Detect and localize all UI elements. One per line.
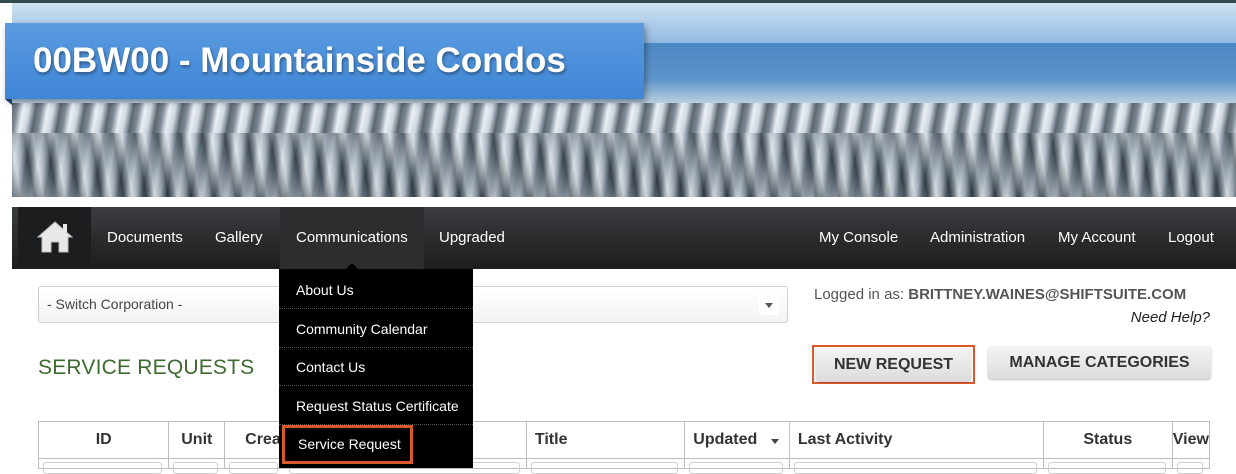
col-header-id[interactable]: ID bbox=[37, 421, 170, 459]
filter-input[interactable] bbox=[689, 462, 783, 474]
nav-communications[interactable]: Communications bbox=[280, 207, 424, 269]
nav-administration[interactable]: Administration bbox=[930, 207, 1025, 269]
filter-input[interactable] bbox=[43, 462, 163, 474]
filter-input[interactable] bbox=[793, 462, 1037, 474]
switch-corporation-value: - Switch Corporation - bbox=[47, 296, 183, 312]
col-header-last-activity[interactable]: Last Activity bbox=[788, 421, 1044, 459]
col-header-updated-label: Updated bbox=[693, 431, 758, 448]
filter-input[interactable] bbox=[530, 462, 679, 474]
filter-input[interactable] bbox=[1047, 462, 1166, 474]
logged-in-email: BRITTNEY.WAINES@SHIFTSUITE.COM bbox=[908, 286, 1187, 303]
nav-upgraded[interactable]: Upgraded bbox=[439, 207, 505, 269]
col-header-view[interactable]: View bbox=[1171, 421, 1211, 459]
banner-water bbox=[572, 43, 1236, 103]
filter-input[interactable] bbox=[1176, 462, 1203, 474]
filter-cell bbox=[684, 458, 790, 474]
filter-cell bbox=[1042, 458, 1173, 474]
nav-logout[interactable]: Logout bbox=[1168, 207, 1214, 269]
sort-down-icon[interactable] bbox=[770, 439, 779, 444]
col-header-unit[interactable]: Unit bbox=[168, 421, 226, 459]
menu-item-contact-us[interactable]: Contact Us bbox=[279, 348, 473, 386]
filter-cell bbox=[1171, 458, 1211, 474]
filter-cell bbox=[224, 458, 286, 474]
nav-gallery[interactable]: Gallery bbox=[215, 207, 263, 269]
logged-in-label: Logged in as: bbox=[814, 286, 905, 303]
filter-input[interactable] bbox=[173, 462, 219, 474]
manage-categories-button[interactable]: MANAGE CATEGORIES bbox=[988, 346, 1211, 379]
page-title: SERVICE REQUESTS bbox=[38, 356, 255, 379]
site-title: 00BW00 - Mountainside Condos bbox=[33, 41, 566, 80]
menu-item-service-request[interactable]: Service Request bbox=[282, 425, 413, 464]
home-button[interactable] bbox=[18, 207, 91, 269]
home-icon bbox=[36, 221, 74, 253]
nav-my-account[interactable]: My Account bbox=[1058, 207, 1136, 269]
new-request-button[interactable]: NEW REQUEST bbox=[816, 348, 971, 381]
need-help-link[interactable]: Need Help? bbox=[1131, 309, 1210, 326]
service-requests-table: ID Unit Crea Title Updated Last Activity… bbox=[37, 421, 1211, 474]
filter-cell bbox=[525, 458, 686, 474]
filter-cell bbox=[37, 458, 170, 474]
col-header-updated[interactable]: Updated bbox=[684, 421, 790, 459]
menu-item-community-calendar[interactable]: Community Calendar bbox=[279, 310, 473, 348]
nav-my-console[interactable]: My Console bbox=[819, 207, 898, 269]
site-title-box: 00BW00 - Mountainside Condos bbox=[5, 23, 644, 99]
communications-dropdown-menu: About Us Community Calendar Contact Us R… bbox=[279, 269, 473, 468]
col-header-created[interactable]: Crea bbox=[224, 421, 286, 459]
filter-input[interactable] bbox=[229, 462, 279, 474]
col-header-title[interactable]: Title bbox=[525, 421, 686, 459]
menu-item-about-us[interactable]: About Us bbox=[279, 271, 473, 309]
main-nav: Documents Gallery Communications Upgrade… bbox=[12, 207, 1236, 269]
nav-documents[interactable]: Documents bbox=[107, 207, 183, 269]
title-box-notch bbox=[5, 99, 12, 105]
filter-cell bbox=[168, 458, 226, 474]
col-header-status[interactable]: Status bbox=[1042, 421, 1173, 459]
filter-cell bbox=[788, 458, 1044, 474]
menu-item-request-status-certificate[interactable]: Request Status Certificate bbox=[279, 387, 473, 425]
banner-snow-forest-front bbox=[12, 133, 1236, 197]
chevron-down-icon[interactable] bbox=[759, 295, 779, 315]
logged-in-info: Logged in as: BRITTNEY.WAINES@SHIFTSUITE… bbox=[814, 286, 1186, 303]
